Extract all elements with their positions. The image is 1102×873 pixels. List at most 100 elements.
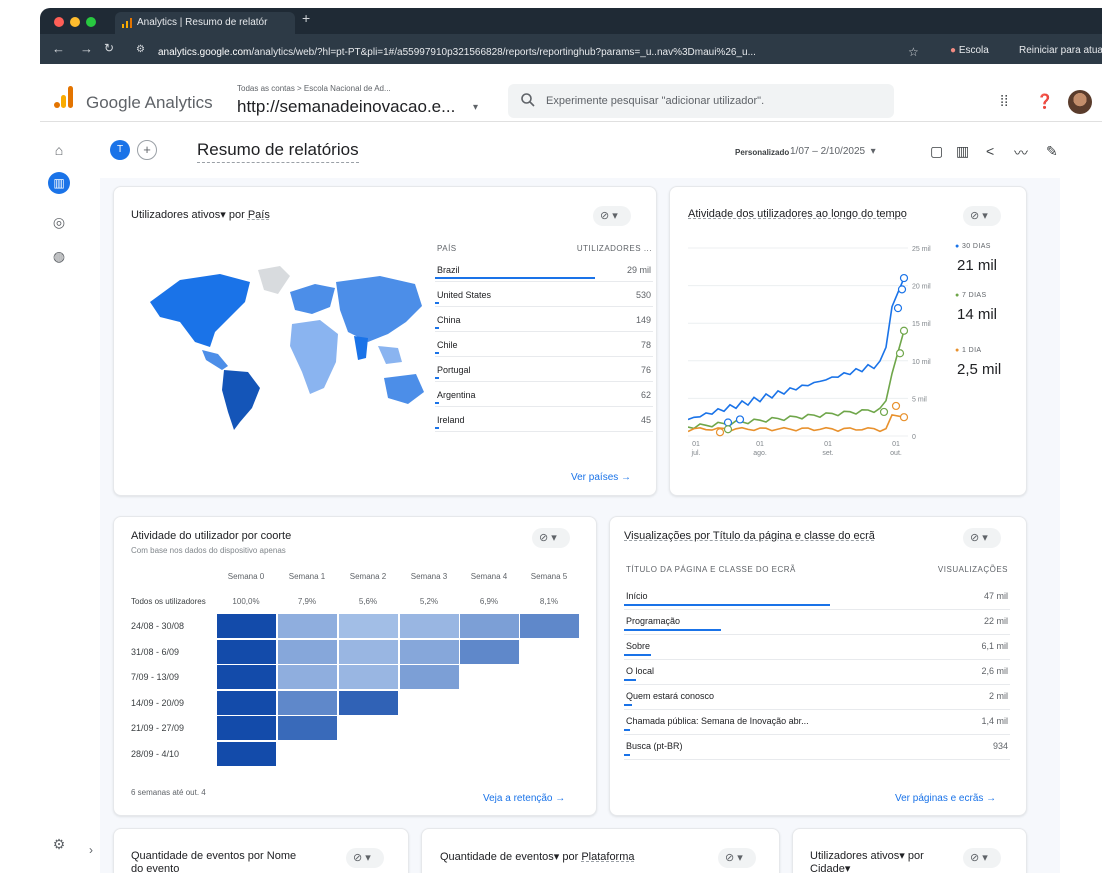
highlight-point[interactable] — [899, 326, 909, 335]
cohort-cell[interactable] — [217, 741, 276, 766]
col-users-header[interactable]: UTILIZADORES ... — [554, 244, 652, 253]
highlight-point[interactable] — [723, 418, 733, 427]
highlight-point[interactable] — [891, 401, 901, 411]
compare-icon[interactable]: ▥ — [956, 143, 969, 160]
highlight-point[interactable] — [723, 425, 733, 434]
activity-status-chip[interactable]: ⊘ ▾ — [963, 206, 1001, 226]
forward-icon[interactable]: → — [80, 41, 93, 56]
cohort-cell[interactable] — [278, 716, 337, 740]
date-range-picker[interactable]: 1/07 – 2/10/2025 ▾ — [790, 146, 876, 157]
country-row[interactable]: United States 530 — [435, 283, 653, 307]
search-input[interactable]: Experimente pesquisar "adicionar utiliza… — [508, 84, 894, 118]
account-breadcrumb[interactable]: Todas as contas > Escola Nacional de Ad.… — [237, 84, 391, 93]
cohort-cell[interactable] — [339, 690, 398, 715]
country-row[interactable]: Portugal 76 — [435, 358, 653, 382]
cohort-cell[interactable] — [400, 639, 459, 664]
country-row[interactable]: Brazil 29 mil — [435, 258, 653, 282]
events-name-status-chip[interactable]: ⊘ ▾ — [346, 848, 384, 868]
cohort-cell[interactable] — [278, 690, 337, 715]
help-icon[interactable]: ❓ — [1036, 93, 1053, 110]
page-row[interactable]: Busca (pt-BR) 934 — [624, 736, 1010, 760]
page-row[interactable]: Quem estará conosco 2 mil — [624, 686, 1010, 710]
page-row[interactable]: Programação 22 mil — [624, 611, 1010, 635]
card-status-chip[interactable]: ⊘ ▾ — [593, 206, 631, 226]
highlight-point[interactable] — [879, 407, 889, 417]
cohort-status-chip[interactable]: ⊘ ▾ — [532, 528, 570, 548]
bookmark-star-icon[interactable]: ☆ — [908, 45, 919, 59]
events-platform-status-chip[interactable]: ⊘ ▾ — [718, 848, 756, 868]
country-row[interactable]: Chile 78 — [435, 333, 653, 357]
expand-icon[interactable]: › — [80, 843, 102, 857]
cohort-cell[interactable] — [278, 665, 337, 689]
users-city-metric[interactable]: Utilizadores ativos — [810, 850, 899, 862]
users-city-status-chip[interactable]: ⊘ ▾ — [963, 848, 1001, 868]
page-row[interactable]: O local 2,6 mil — [624, 661, 1010, 685]
page-row[interactable]: Início 47 mil — [624, 586, 1010, 610]
dimension-label[interactable]: País — [248, 209, 270, 221]
cohort-cell[interactable] — [460, 614, 519, 638]
col-views-header[interactable]: VISUALIZAÇÕES — [900, 565, 1008, 574]
window-minimize-dot[interactable] — [70, 17, 80, 27]
cohort-cell[interactable] — [400, 614, 459, 638]
profile-chip[interactable]: ● Escola — [950, 45, 989, 56]
metric-selector[interactable]: Utilizadores ativos — [131, 209, 220, 221]
cohort-cell[interactable] — [217, 690, 276, 715]
highlight-point[interactable] — [895, 349, 905, 358]
highlight-point[interactable] — [899, 273, 909, 283]
highlight-point[interactable] — [715, 428, 725, 437]
country-row[interactable]: Argentina 62 — [435, 383, 653, 407]
cohort-cell[interactable] — [520, 614, 579, 638]
customize-icon[interactable]: ▢ — [930, 143, 943, 160]
insights-icon[interactable]: 〰 — [1014, 143, 1028, 163]
events-platform-metric[interactable]: Quantidade de eventos — [440, 851, 554, 863]
highlight-point[interactable] — [899, 413, 909, 422]
pages-status-chip[interactable]: ⊘ ▾ — [963, 528, 1001, 548]
reload-icon[interactable]: ↻ — [104, 41, 114, 55]
back-icon[interactable]: ← — [52, 41, 65, 56]
cohort-cell[interactable] — [217, 665, 276, 689]
cohort-cell[interactable] — [217, 716, 276, 740]
property-selector[interactable]: http://semanadeinovacao.e... — [237, 97, 455, 117]
cohort-cell[interactable] — [217, 639, 276, 664]
home-icon[interactable]: ⌂ — [48, 142, 70, 158]
users-city-dim[interactable]: Cidade — [810, 863, 845, 873]
avatar[interactable] — [1068, 90, 1092, 114]
site-info-icon[interactable]: ⚙ — [136, 44, 145, 55]
advertising-icon[interactable]: ◍ — [48, 248, 70, 265]
url-field[interactable]: analytics.google.com/analytics/web/?hl=p… — [158, 47, 756, 58]
cohort-cell[interactable] — [217, 614, 276, 638]
view-pages-link[interactable]: Ver páginas e ecrãs → — [895, 793, 996, 804]
cohort-cell[interactable] — [400, 665, 459, 689]
edit-icon[interactable]: ✎ — [1046, 143, 1058, 160]
browser-tab[interactable]: Analytics | Resumo de relatór × — [115, 12, 295, 34]
view-countries-link[interactable]: Ver países → — [571, 472, 631, 483]
property-dropdown-icon[interactable]: ▾ — [473, 102, 478, 113]
cohort-cell[interactable] — [460, 639, 519, 664]
country-row[interactable]: China 149 — [435, 308, 653, 332]
apps-icon[interactable]: ⁞⁞ — [1000, 93, 1008, 110]
window-close-dot[interactable] — [54, 17, 64, 27]
cohort-cell[interactable] — [339, 614, 398, 638]
country-row[interactable]: Ireland 45 — [435, 408, 653, 432]
settings-icon[interactable]: ⚙ — [48, 836, 70, 853]
cohort-cell[interactable] — [278, 639, 337, 664]
window-zoom-dot[interactable] — [86, 17, 96, 27]
reports-icon[interactable]: ▥ — [48, 172, 70, 194]
cohort-cell[interactable] — [339, 639, 398, 664]
metric-caret-icon[interactable]: ▾ — [220, 209, 226, 221]
share-icon[interactable]: < — [986, 143, 994, 159]
highlight-point[interactable] — [897, 285, 907, 294]
view-retention-link[interactable]: Veja a retenção → — [483, 793, 565, 804]
update-button[interactable]: Reiniciar para atualizar — [1019, 45, 1102, 56]
page-row[interactable]: Sobre 6,1 mil — [624, 636, 1010, 660]
page-row[interactable]: Chamada pública: Semana de Inovação abr.… — [624, 711, 1010, 735]
comparison-chip[interactable]: T — [110, 140, 130, 160]
explore-icon[interactable]: ◎ — [48, 214, 70, 231]
highlight-point[interactable] — [893, 304, 903, 313]
events-platform-dim[interactable]: Plataforma — [581, 851, 634, 863]
new-tab-icon[interactable]: + — [302, 10, 310, 26]
cohort-cell[interactable] — [278, 614, 337, 638]
highlight-point[interactable] — [735, 415, 745, 424]
cohort-cell[interactable] — [339, 665, 398, 689]
add-comparison-icon[interactable]: + — [137, 140, 157, 160]
